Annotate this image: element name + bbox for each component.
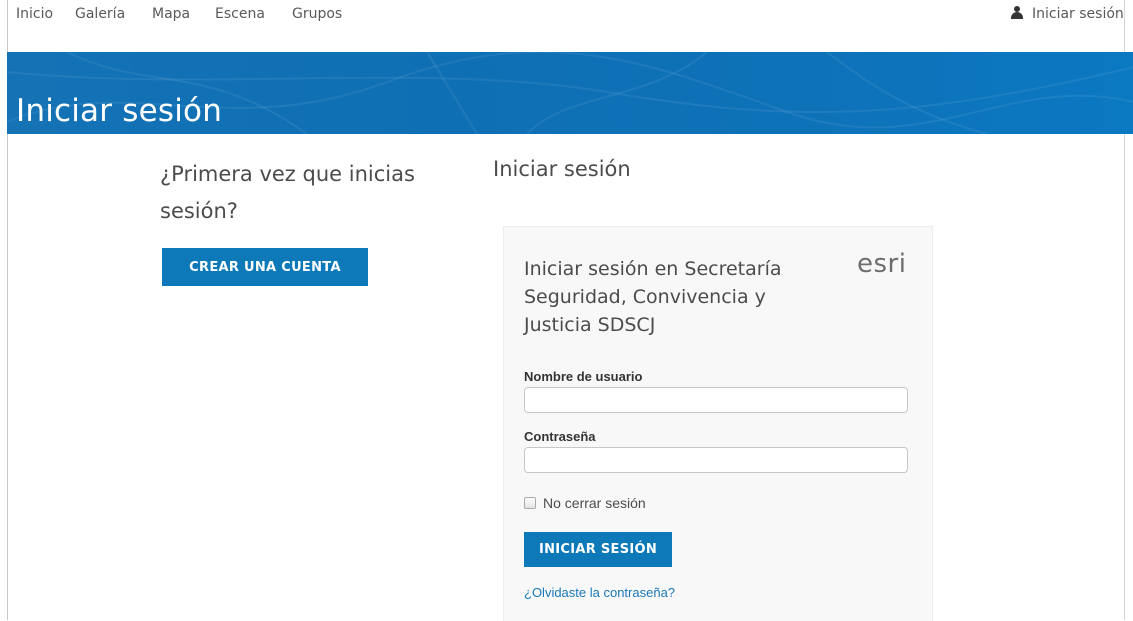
nav-item-galeria[interactable]: Galería — [75, 6, 125, 22]
username-label: Nombre de usuario — [524, 369, 643, 384]
page-banner: Iniciar sesión — [7, 52, 1133, 134]
forgot-password-link[interactable]: ¿Olvidaste la contraseña? — [524, 585, 675, 600]
signin-button[interactable]: INICIAR SESIÓN — [524, 532, 672, 567]
nav-signin-label: Iniciar sesión — [1032, 6, 1124, 22]
password-label: Contraseña — [524, 429, 596, 444]
password-input[interactable] — [524, 447, 908, 473]
first-time-heading: ¿Primera vez que inicias sesión? — [160, 162, 415, 223]
remember-label[interactable]: No cerrar sesión — [543, 495, 646, 511]
signin-panel: Iniciar sesión en Secretaría Seguridad, … — [503, 226, 933, 621]
nav-signin-link[interactable]: Iniciar sesión — [1010, 6, 1124, 22]
create-account-button[interactable]: CREAR UNA CUENTA — [162, 248, 368, 286]
nav-item-mapa[interactable]: Mapa — [152, 6, 190, 22]
nav-item-grupos[interactable]: Grupos — [292, 6, 342, 22]
esri-logo: esri — [857, 249, 907, 279]
nav-item-inicio[interactable]: Inicio — [16, 6, 53, 22]
username-input[interactable] — [524, 387, 908, 413]
remember-checkbox[interactable] — [524, 497, 536, 509]
signin-section-title: Iniciar sesión — [493, 157, 631, 181]
top-navigation: Inicio Galería Mapa Escena Grupos Inicia… — [0, 0, 1133, 34]
nav-item-escena[interactable]: Escena — [215, 6, 265, 22]
user-icon — [1010, 6, 1024, 19]
remember-me: No cerrar sesión — [524, 495, 646, 511]
signin-panel-heading: Iniciar sesión en Secretaría Seguridad, … — [524, 258, 782, 336]
page-title: Iniciar sesión — [16, 92, 223, 129]
